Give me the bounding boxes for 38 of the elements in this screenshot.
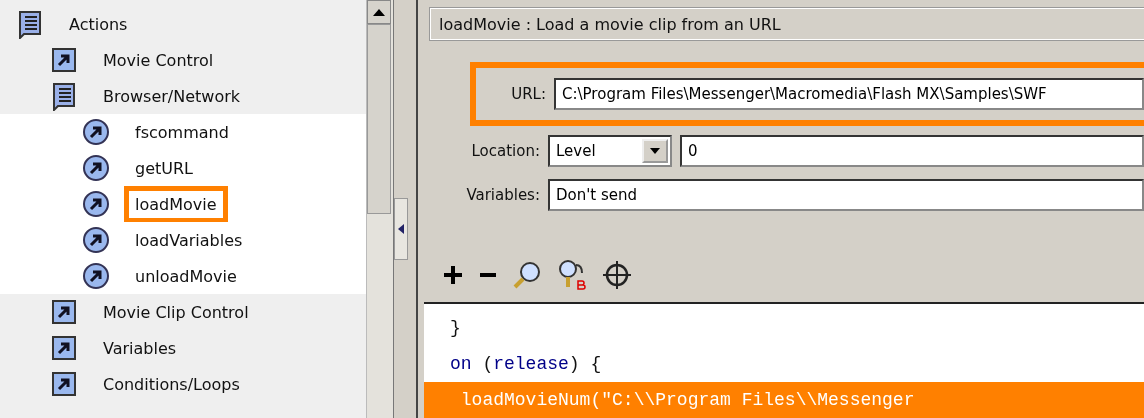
search-icon[interactable] [512, 259, 542, 290]
code-line: } [449, 317, 462, 340]
dropdown-value: Level [556, 142, 596, 161]
book-icon [50, 81, 78, 111]
input-field[interactable]: 0 [680, 135, 1144, 168]
tree-item[interactable]: Browser/Network [92, 77, 252, 115]
tree-item[interactable]: Movie Clip Control [92, 293, 260, 331]
caret-icon [650, 148, 660, 155]
tree-item[interactable]: Conditions/Loops [92, 365, 251, 403]
arrow-circle-icon [82, 154, 110, 182]
left-arrow-icon[interactable] [398, 224, 404, 234]
crosshair-icon[interactable] [602, 259, 632, 290]
location-dropdown[interactable]: Level [548, 135, 672, 168]
book-icon [16, 9, 44, 39]
action-description: loadMovie : Load a movie clip from an URL [430, 8, 1144, 41]
scrollbar[interactable] [366, 0, 394, 418]
arrow-square-icon [50, 369, 78, 399]
plus-icon[interactable] [442, 263, 464, 286]
tree-item[interactable]: Actions [58, 5, 139, 43]
input-field[interactable]: C:\Program Files\Messenger\Macromedia\Flash MX\Samples\SWF [554, 78, 1144, 111]
arrow-circle-icon [82, 226, 110, 254]
arrow-square-icon [50, 333, 78, 363]
arrow-circle-icon [82, 262, 110, 290]
arrow-circle-icon [82, 118, 110, 146]
up-arrow-icon[interactable] [373, 8, 385, 16]
code-line: on (release) { [449, 353, 603, 376]
replace-icon[interactable] [556, 258, 588, 291]
arrow-square-icon [50, 45, 78, 75]
tree-item[interactable]: Variables [92, 329, 188, 367]
field-label: Variables: [465, 186, 540, 205]
field-label: URL: [510, 85, 546, 104]
tree-item[interactable]: Movie Control [92, 41, 225, 79]
input-field[interactable]: Don't send [548, 179, 1144, 212]
arrow-circle-icon [82, 190, 110, 218]
code-editor[interactable]: } on (release) { loadMovieNum("C:\\Program Files\\Messenger [424, 304, 1144, 418]
field-label: Location: [470, 142, 540, 161]
arrow-square-icon [50, 297, 78, 327]
collapse-handle[interactable] [394, 198, 408, 260]
